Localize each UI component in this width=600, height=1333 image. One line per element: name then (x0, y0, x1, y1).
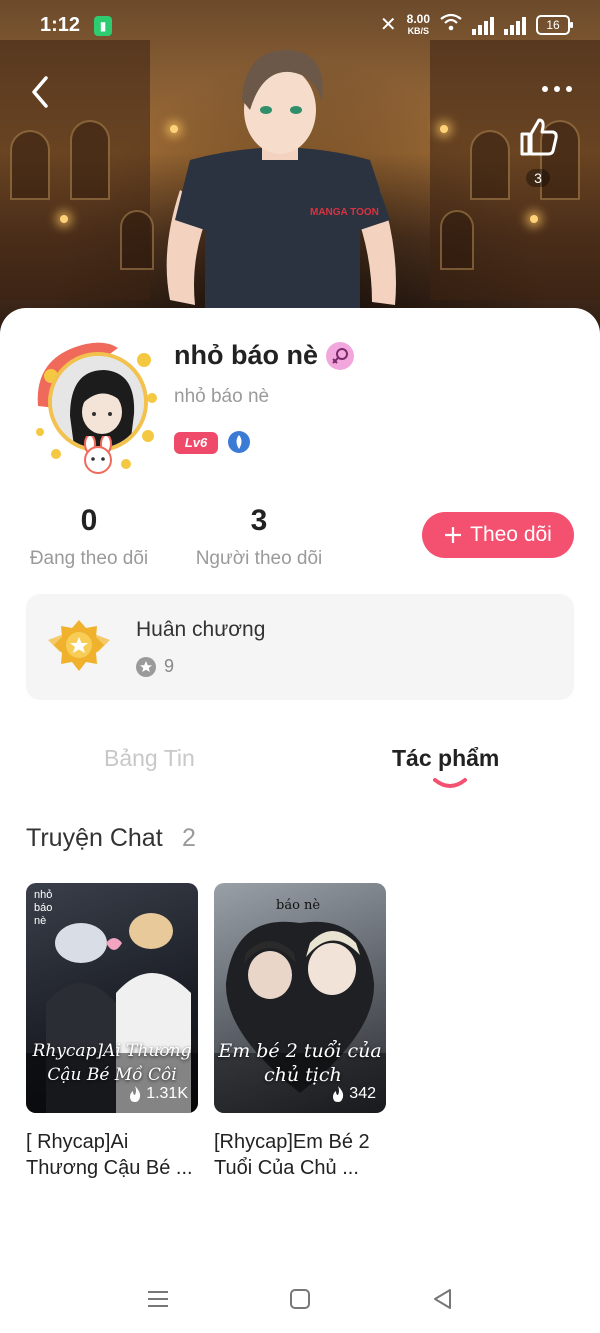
building-arch (10, 130, 50, 200)
story-cover: báo nè Em bé 2 tuổi của chủ tịch 342 (214, 883, 386, 1113)
status-bar: 1:12 ▮ ✕ 8.00 KB/S 16 (0, 0, 600, 52)
cover-title-line-2: chủ tịch (264, 1064, 342, 1086)
view-count-value: 1.31K (146, 1085, 188, 1102)
signal-icon (504, 15, 526, 35)
followers-count: 3 (250, 504, 268, 537)
verified-badge-icon (228, 431, 250, 453)
medal-count: 9 (136, 656, 174, 677)
cover-title-line-1: Rhycap]Ai Thương (32, 1041, 192, 1061)
following-count: 0 (80, 504, 98, 537)
more-dot-icon (566, 86, 572, 92)
level-badge: Lv6 (174, 432, 218, 454)
follow-button-label: Theo dõi (470, 523, 552, 546)
more-dot-icon (542, 86, 548, 92)
system-nav-bar (0, 1262, 600, 1333)
building-arch (440, 210, 474, 270)
status-icons: ✕ 8.00 KB/S 16 (379, 12, 573, 37)
profile-sheet: nhỏ báo nè nhỏ báo nè Lv6 0 Đang theo dõ… (0, 308, 600, 1333)
cover-title-line-1: Em bé 2 tuổi của (218, 1040, 382, 1062)
profile-handle: nhỏ báo nè (174, 386, 270, 407)
medal-card[interactable]: Huân chương 9 (26, 594, 574, 700)
more-dot-icon (554, 86, 560, 92)
followers-stat[interactable]: 3 Người theo dõi (192, 504, 326, 570)
building-arch (470, 130, 510, 200)
female-gender-icon (326, 342, 354, 370)
building-arch (120, 210, 154, 270)
chevron-left-icon (32, 76, 48, 108)
like-count: 3 (526, 169, 550, 187)
cover-overlay-title: Rhycap]Ai Thương Cậu Bé Mồ Côi (26, 1039, 198, 1087)
story-card[interactable]: nhỏ báo nè Rhycap]Ai Thương Cậu Bé Mồ Cô… (26, 883, 198, 1181)
cover-overlay-title: Em bé 2 tuổi của chủ tịch (214, 1039, 386, 1087)
cover-tag: báo nè (276, 898, 321, 913)
following-label: Đang theo dõi (29, 548, 149, 569)
home-icon[interactable] (287, 1286, 313, 1312)
medal-title: Huân chương (136, 618, 266, 641)
section-count: 2 (182, 824, 196, 852)
status-time: 1:12 (40, 14, 81, 36)
character-illustration: MANGA TOON (166, 49, 396, 340)
bunny-sticker-icon (84, 436, 112, 474)
avatar[interactable] (26, 336, 164, 474)
story-title: [Rhycap]Em Bé 2 Tuổi Của Chủ ... (214, 1131, 370, 1179)
street-lamp (60, 215, 68, 223)
story-cover: nhỏ báo nè Rhycap]Ai Thương Cậu Bé Mồ Cô… (26, 883, 198, 1113)
battery-saver-icon: ▮ (94, 16, 112, 36)
view-count-value: 342 (349, 1085, 376, 1102)
flame-icon (130, 1086, 141, 1102)
tab-news-feed[interactable]: Bảng Tin (104, 745, 195, 772)
back-nav-icon[interactable] (430, 1286, 456, 1312)
medal-icon (48, 620, 110, 671)
mute-icon: ✕ (379, 14, 397, 36)
street-lamp (530, 215, 538, 223)
recent-apps-icon[interactable] (145, 1286, 171, 1312)
follow-button[interactable]: Theo dõi (422, 512, 574, 558)
back-button[interactable] (22, 72, 62, 112)
more-options-button[interactable] (542, 86, 572, 92)
cover-tag: nhỏ báo nè (34, 889, 53, 927)
wifi-icon (440, 13, 462, 37)
thumbs-up-icon (520, 118, 558, 156)
view-count: 1.31K (128, 1085, 188, 1103)
like-button[interactable]: 3 (514, 114, 562, 188)
building-arch (70, 120, 110, 200)
street-lamp (440, 125, 448, 133)
cover-title-line-2: Cậu Bé Mồ Côi (47, 1065, 177, 1085)
net-speed: 8.00 KB/S (407, 13, 430, 37)
shirt-logo: MANGA TOON (310, 207, 379, 218)
profile-name: nhỏ báo nè (174, 340, 318, 370)
star-icon (136, 656, 156, 677)
view-count: 342 (331, 1085, 376, 1103)
medal-count-value: 9 (164, 656, 175, 676)
following-stat[interactable]: 0 Đang theo dõi (26, 504, 152, 570)
battery-icon: 16 (536, 14, 573, 35)
flame-icon (333, 1086, 344, 1102)
story-title: [ Rhycap]Ai Thương Cậu Bé ... (26, 1131, 193, 1179)
section-title: Truyện Chat (26, 824, 163, 852)
net-speed-value: 8.00 (406, 11, 430, 26)
story-card[interactable]: báo nè Em bé 2 tuổi của chủ tịch 342 [Rh… (214, 883, 386, 1181)
net-speed-unit: KB/S (407, 25, 430, 36)
followers-label: Người theo dõi (195, 548, 323, 569)
plus-icon (445, 527, 462, 543)
tab-active-indicator (433, 778, 467, 788)
signal-icon (472, 15, 494, 35)
tab-works[interactable]: Tác phẩm (392, 745, 499, 772)
